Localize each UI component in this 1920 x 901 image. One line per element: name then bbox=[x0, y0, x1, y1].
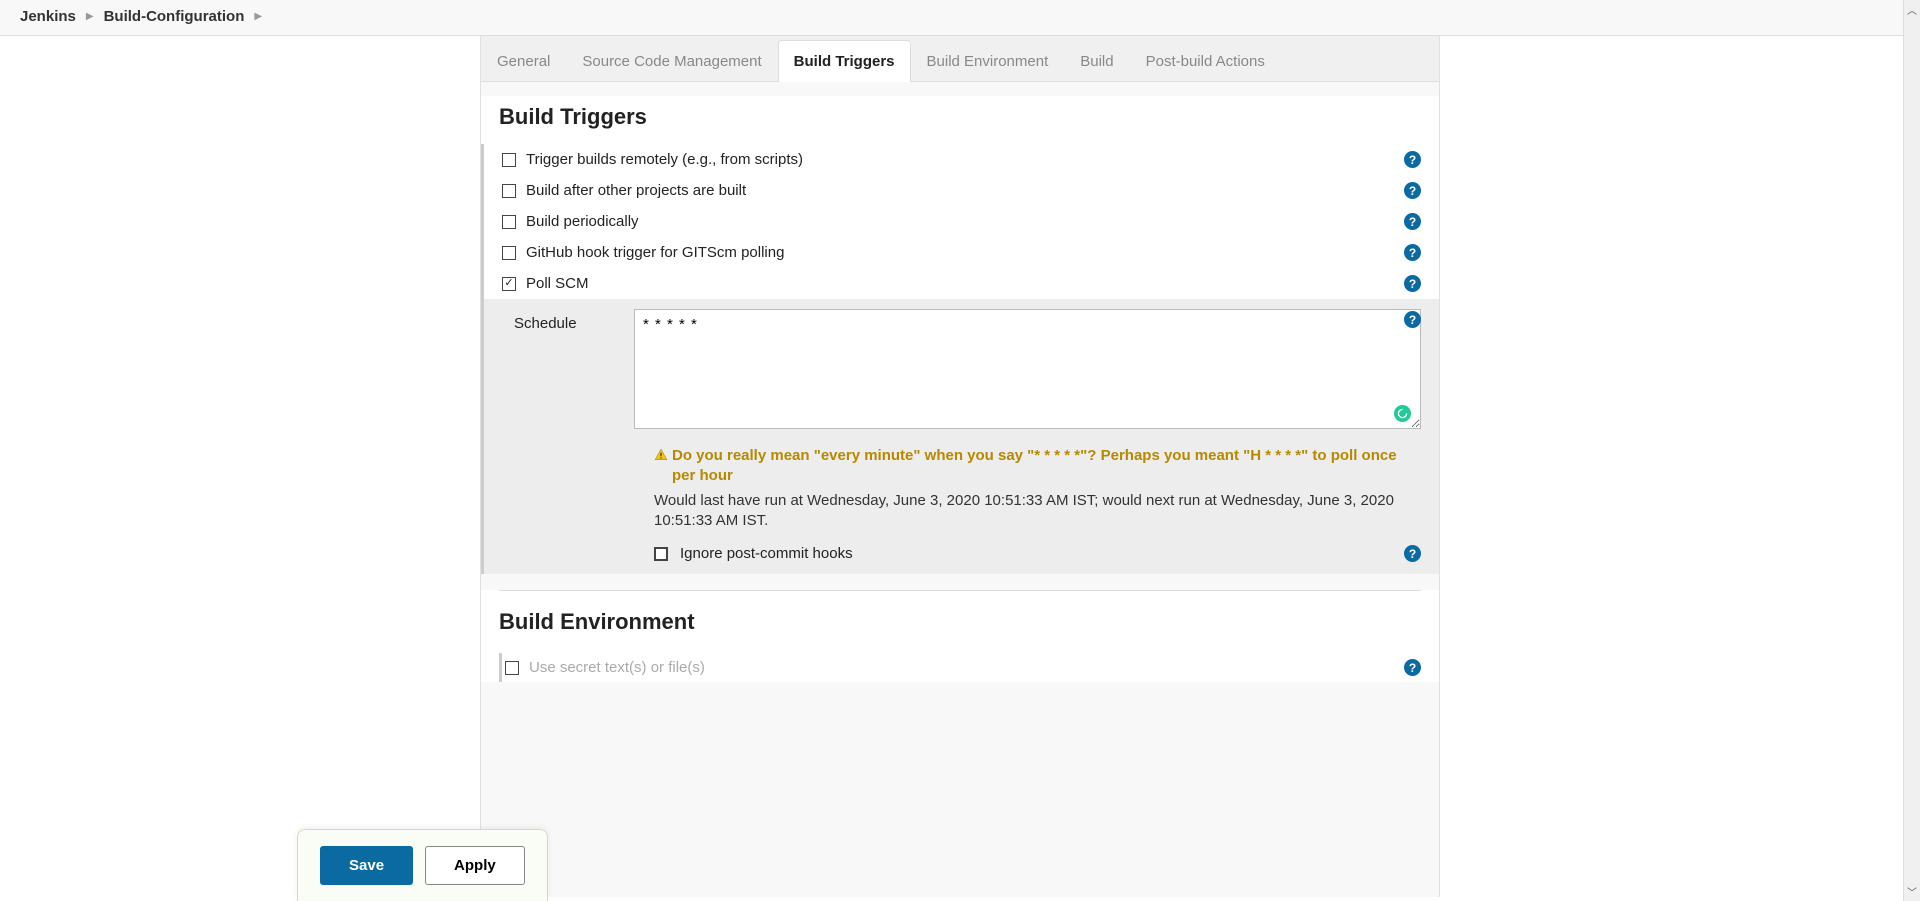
label-ignore-hooks: Ignore post-commit hooks bbox=[680, 545, 853, 562]
schedule-input[interactable] bbox=[634, 309, 1421, 429]
scrollbar[interactable]: ︿ ﹀ bbox=[1903, 0, 1920, 901]
tab-post-build[interactable]: Post-build Actions bbox=[1130, 40, 1281, 82]
schedule-label: Schedule bbox=[514, 309, 634, 432]
checkbox-poll-scm[interactable] bbox=[502, 277, 516, 291]
checkbox-github-hook[interactable] bbox=[502, 246, 516, 260]
section-title-environment: Build Environment bbox=[499, 609, 1421, 635]
help-icon[interactable]: ? bbox=[1404, 182, 1421, 199]
schedule-info: Would last have run at Wednesday, June 3… bbox=[481, 487, 1439, 538]
label-use-secret: Use secret text(s) or file(s) bbox=[529, 659, 705, 676]
tab-build-triggers[interactable]: Build Triggers bbox=[778, 40, 911, 82]
checkbox-ignore-hooks[interactable] bbox=[654, 547, 668, 561]
label-github-hook: GitHub hook trigger for GITScm polling bbox=[526, 244, 784, 261]
checkbox-build-after[interactable] bbox=[502, 184, 516, 198]
warning-icon bbox=[654, 448, 668, 462]
config-tabs: General Source Code Management Build Tri… bbox=[481, 36, 1439, 82]
help-icon[interactable]: ? bbox=[1404, 659, 1421, 676]
help-icon[interactable]: ? bbox=[1404, 275, 1421, 292]
scroll-down-icon[interactable]: ﹀ bbox=[1907, 884, 1917, 899]
help-icon[interactable]: ? bbox=[1404, 545, 1421, 562]
checkbox-trigger-remotely[interactable] bbox=[502, 153, 516, 167]
action-footer: Save Apply bbox=[297, 829, 548, 901]
apply-button[interactable]: Apply bbox=[425, 846, 525, 885]
breadcrumb-root[interactable]: Jenkins bbox=[20, 8, 76, 25]
build-environment-section: Build Environment Use secret text(s) or … bbox=[481, 591, 1439, 682]
loading-spinner-icon bbox=[1394, 405, 1411, 422]
help-icon[interactable]: ? bbox=[1404, 311, 1421, 328]
label-poll-scm: Poll SCM bbox=[526, 275, 589, 292]
scroll-up-icon[interactable]: ︿ bbox=[1907, 2, 1917, 17]
checkbox-use-secret[interactable] bbox=[505, 661, 519, 675]
schedule-warning: Do you really mean "every minute" when y… bbox=[672, 446, 1421, 487]
help-icon[interactable]: ? bbox=[1404, 151, 1421, 168]
help-icon[interactable]: ? bbox=[1404, 213, 1421, 230]
chevron-right-icon: ▶ bbox=[254, 11, 262, 22]
label-build-after: Build after other projects are built bbox=[526, 182, 746, 199]
config-panel: General Source Code Management Build Tri… bbox=[480, 36, 1440, 897]
tab-scm[interactable]: Source Code Management bbox=[566, 40, 777, 82]
section-title-triggers: Build Triggers bbox=[481, 96, 1439, 144]
breadcrumb: Jenkins ▶ Build-Configuration ▶ bbox=[0, 0, 1920, 36]
save-button[interactable]: Save bbox=[320, 846, 413, 885]
help-icon[interactable]: ? bbox=[1404, 244, 1421, 261]
chevron-right-icon: ▶ bbox=[86, 11, 94, 22]
tab-build-environment[interactable]: Build Environment bbox=[911, 40, 1065, 82]
tab-build[interactable]: Build bbox=[1064, 40, 1129, 82]
label-build-periodically: Build periodically bbox=[526, 213, 639, 230]
label-trigger-remotely: Trigger builds remotely (e.g., from scri… bbox=[526, 151, 803, 168]
checkbox-build-periodically[interactable] bbox=[502, 215, 516, 229]
breadcrumb-job[interactable]: Build-Configuration bbox=[104, 8, 245, 25]
tab-general[interactable]: General bbox=[481, 40, 566, 82]
build-triggers-section: Build Triggers Trigger builds remotely (… bbox=[481, 82, 1439, 682]
